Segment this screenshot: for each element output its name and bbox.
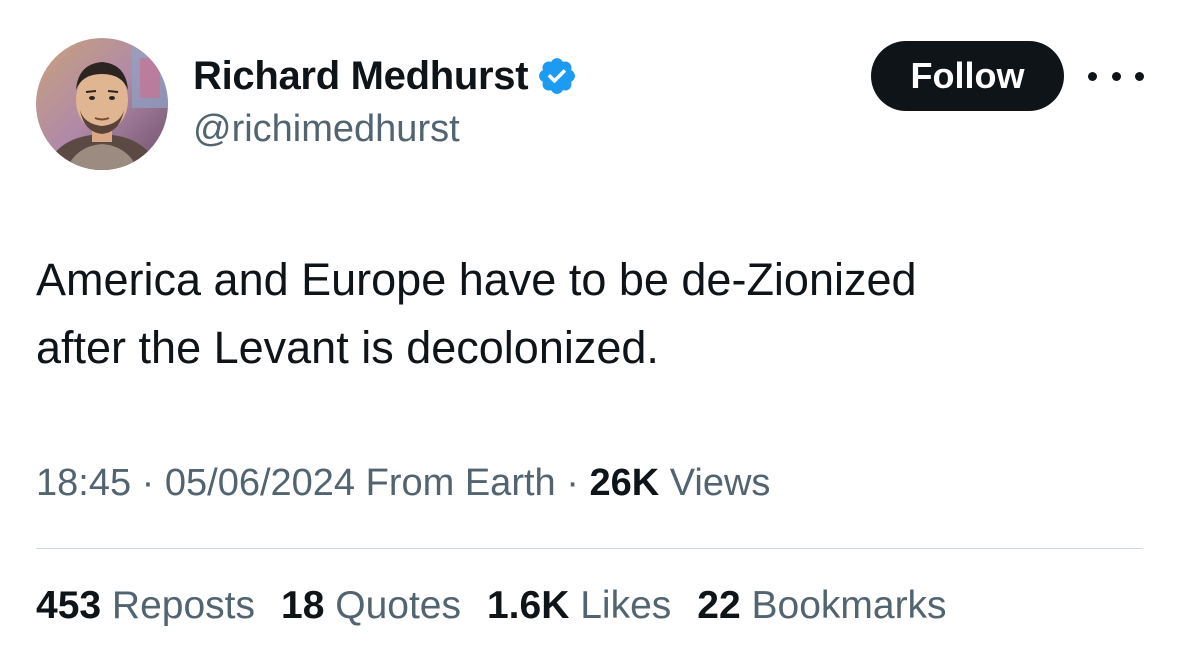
likes-count: 1.6K — [486, 584, 570, 627]
meta-separator: · — [566, 462, 579, 504]
quotes-label: Quotes — [335, 584, 461, 627]
tweet-meta: 18:45 · 05/06/2024 From Earth · 26K View… — [36, 462, 770, 505]
meta-separator: · — [141, 462, 155, 504]
bookmarks-stat[interactable]: 22 Bookmarks — [697, 584, 946, 628]
quotes-stat[interactable]: 18 Quotes — [281, 584, 461, 628]
quotes-count: 18 — [281, 584, 325, 627]
more-dot — [1088, 71, 1097, 81]
tweet-source: From Earth — [365, 462, 556, 504]
bookmarks-count: 22 — [697, 584, 741, 627]
tweet-text-line: America and Europe have to be de-Zionize… — [36, 254, 917, 305]
more-options-icon[interactable] — [1088, 58, 1144, 94]
reposts-count: 453 — [36, 584, 102, 627]
tweet-text-line: after the Levant is decolonized. — [36, 322, 659, 373]
engagement-stats: 453 Reposts 18 Quotes 1.6K Likes 22 Book… — [36, 584, 973, 628]
tweet-date[interactable]: 05/06/2024 — [165, 462, 355, 504]
author-handle[interactable]: @richimedhurst — [193, 108, 460, 151]
reposts-stat[interactable]: 453 Reposts — [36, 584, 255, 628]
views-count: 26K — [589, 462, 660, 504]
author-name-row[interactable]: Richard Medhurst — [193, 52, 578, 100]
tweet-text: America and Europe have to be de-Zionize… — [36, 246, 1136, 382]
divider — [36, 548, 1143, 549]
author-display-name[interactable]: Richard Medhurst — [193, 54, 529, 99]
more-dot — [1135, 71, 1144, 81]
verified-badge-icon — [539, 58, 576, 94]
bookmarks-label: Bookmarks — [751, 584, 947, 627]
follow-button[interactable]: Follow — [871, 41, 1064, 111]
views-label: Views — [669, 462, 771, 504]
likes-stat[interactable]: 1.6K Likes — [487, 584, 671, 628]
avatar[interactable] — [36, 38, 168, 170]
tweet-time[interactable]: 18:45 — [36, 462, 131, 504]
more-dot — [1111, 71, 1121, 81]
likes-label: Likes — [580, 584, 672, 627]
reposts-label: Reposts — [111, 584, 255, 627]
